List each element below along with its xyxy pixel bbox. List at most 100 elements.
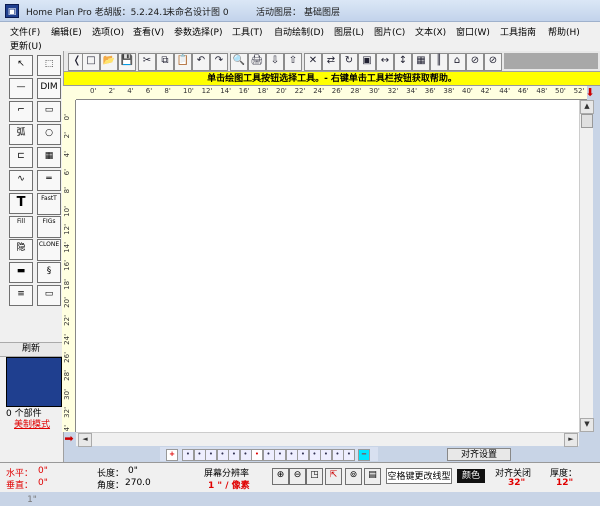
page-tab-dot[interactable]: • — [274, 449, 286, 461]
layer-grid-cell[interactable] — [51, 394, 61, 405]
scroll-left-icon[interactable]: ◄ — [78, 433, 92, 447]
figs-tool-icon[interactable]: FIGs — [37, 216, 61, 238]
zoom-previous-icon[interactable]: ⊚ — [345, 468, 362, 485]
vertical-measure-icon[interactable]: ↕ — [394, 53, 412, 71]
page-tab-dot[interactable]: • — [216, 449, 229, 461]
double-line-tool-icon[interactable]: ═ — [37, 170, 61, 191]
cut-icon[interactable]: ✂ — [138, 53, 156, 71]
page-tab-dot[interactable]: • — [228, 449, 240, 461]
paste-icon[interactable]: 📋 — [174, 53, 192, 71]
wall-icon[interactable]: ║ — [430, 53, 448, 71]
image-tool-icon[interactable]: ▬ — [9, 262, 33, 283]
unit-mode-link[interactable]: 美制模式 — [14, 417, 50, 430]
print-preview-icon[interactable]: 🔍 — [230, 53, 248, 71]
remove-page-icon[interactable]: − — [358, 449, 370, 461]
menu-preferences[interactable]: 参数选择(P) — [174, 25, 222, 38]
layer-grid-cell[interactable] — [40, 358, 50, 369]
hide-tool-icon[interactable]: 隐 — [9, 239, 33, 260]
import-icon[interactable]: ⇩ — [266, 53, 284, 71]
color-button[interactable]: 颜色 — [457, 469, 485, 483]
layer-grid-cell[interactable] — [29, 394, 39, 405]
stair-tool-icon[interactable]: ≡ — [9, 285, 33, 306]
horizontal-measure-icon[interactable]: ↔ — [376, 53, 394, 71]
dimension-select-tool-icon[interactable]: ⬚ — [37, 55, 61, 76]
drawing-canvas[interactable] — [76, 100, 579, 432]
layer-grid-cell[interactable] — [18, 358, 28, 369]
scroll-down-icon[interactable]: ▼ — [580, 418, 594, 432]
select-arrow-tool-icon[interactable]: ↖ — [9, 55, 33, 76]
menu-file[interactable]: 文件(F) — [10, 25, 40, 38]
layer-grid-cell[interactable] — [29, 358, 39, 369]
refresh-button[interactable]: 刷新 — [0, 342, 62, 357]
layer-grid-cell[interactable] — [40, 370, 50, 381]
rectangle-tool-icon[interactable]: ▭ — [37, 101, 61, 122]
menu-window[interactable]: 窗口(W) — [456, 25, 490, 38]
layer-grid-cell[interactable] — [7, 394, 17, 405]
line-tool-icon[interactable]: — — [9, 78, 33, 99]
redo-icon[interactable]: ↷ — [210, 53, 228, 71]
layer-grid-cell[interactable] — [7, 382, 17, 393]
copy-icon[interactable]: ⧉ — [156, 53, 174, 71]
export-icon[interactable]: ⇧ — [284, 53, 302, 71]
page-tab-dot[interactable]: • — [320, 449, 332, 461]
door-icon[interactable]: ⌂ — [448, 53, 466, 71]
zoom-in-icon[interactable]: ⊕ — [272, 468, 289, 485]
room-tool-icon[interactable]: ⊏ — [9, 147, 33, 168]
scroll-right-icon[interactable]: ► — [564, 433, 578, 447]
menu-edit[interactable]: 编辑(E) — [51, 25, 82, 38]
page-tab-dot[interactable]: • — [205, 449, 217, 461]
zoom-window-icon[interactable]: ⇱ — [325, 468, 342, 485]
layer-grid-cell[interactable] — [29, 370, 39, 381]
clone-tool-icon[interactable]: CLONE — [37, 239, 61, 261]
layer-grid-cell[interactable] — [51, 382, 61, 393]
dimension-line-tool-icon[interactable]: DIM — [37, 78, 61, 99]
menu-layer[interactable]: 图层(L) — [334, 25, 364, 38]
save-icon[interactable]: 💾 — [118, 53, 136, 71]
menu-tools[interactable]: 工具(T) — [232, 25, 263, 38]
menu-options[interactable]: 选项(O) — [92, 25, 124, 38]
vertical-scroll-thumb[interactable] — [581, 114, 593, 128]
open-folder-icon[interactable]: 📂 — [100, 53, 118, 71]
page-tab-dot[interactable]: • — [308, 449, 321, 461]
zoom-all-icon[interactable]: ▤ — [364, 468, 381, 485]
no-snap-icon[interactable]: ⊘ — [466, 53, 484, 71]
layer-grid-cell[interactable] — [18, 394, 28, 405]
cabinet-tool-icon[interactable]: ▦ — [37, 147, 61, 168]
circle-tool-icon[interactable]: ○ — [37, 124, 61, 145]
delete-icon[interactable]: ✕ — [304, 53, 322, 71]
new-file-icon[interactable]: □ — [82, 53, 100, 71]
panel-tool-icon[interactable]: ▭ — [37, 285, 61, 306]
arc-tool-icon[interactable]: 弧 — [9, 124, 33, 145]
layer-grid[interactable] — [6, 357, 62, 407]
add-page-icon[interactable]: + — [166, 449, 178, 461]
scroll-up-icon[interactable]: ▲ — [580, 100, 594, 114]
page-tab-dot[interactable]: • — [285, 449, 298, 461]
layer-grid-cell[interactable] — [51, 370, 61, 381]
fill-tool-icon[interactable]: Fill — [9, 216, 33, 238]
layer-grid-cell[interactable] — [51, 358, 61, 369]
layer-grid-cell[interactable] — [18, 382, 28, 393]
page-tab-dot[interactable]: • — [239, 449, 252, 461]
layer-grid-cell[interactable] — [7, 358, 17, 369]
page-tab-dot[interactable]: • — [251, 449, 263, 461]
undo-icon[interactable]: ↶ — [192, 53, 210, 71]
page-tab-dot[interactable]: • — [262, 449, 275, 461]
menu-tool-guide[interactable]: 工具指南 — [500, 25, 536, 38]
select-box-icon[interactable]: ▣ — [358, 53, 376, 71]
rotate-icon[interactable]: ↻ — [340, 53, 358, 71]
page-tab-dot[interactable]: • — [182, 449, 194, 461]
align-settings-button[interactable]: 对齐设置 — [447, 448, 511, 461]
page-tab-dot[interactable]: • — [193, 449, 206, 461]
menu-autodraw[interactable]: 自动绘制(D) — [274, 25, 324, 38]
layer-grid-cell[interactable] — [18, 370, 28, 381]
layer-grid-cell[interactable] — [40, 394, 50, 405]
text-tool-icon[interactable]: T — [9, 193, 33, 214]
no-grid-icon[interactable]: ⊘ — [484, 53, 502, 71]
zoom-out-icon[interactable]: ⊖ — [289, 468, 306, 485]
vertical-scrollbar[interactable]: ▲ ▼ — [579, 100, 594, 432]
layer-grid-cell[interactable] — [40, 382, 50, 393]
hook-tool-icon[interactable]: § — [37, 262, 61, 283]
grid-icon[interactable]: ▦ — [412, 53, 430, 71]
menu-view[interactable]: 查看(V) — [133, 25, 164, 38]
fast-text-tool-icon[interactable]: FastT — [37, 193, 61, 215]
